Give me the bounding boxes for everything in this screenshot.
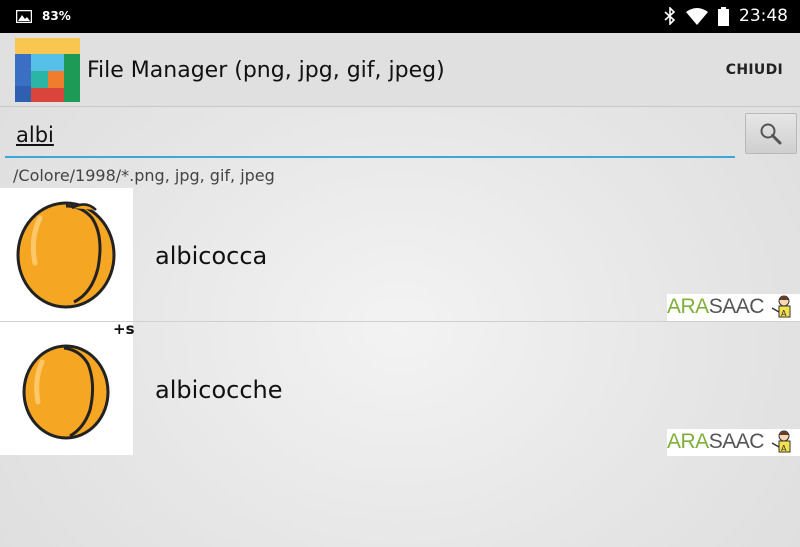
status-bar: 83% 23:48: [0, 0, 800, 33]
close-button[interactable]: CHIUDI: [726, 62, 783, 78]
current-path: /Colore/1998/*.png, jpg, gif, jpeg: [13, 166, 275, 185]
arasaac-text: ARASAAC: [667, 295, 764, 318]
file-thumbnail: [0, 188, 133, 321]
search-button[interactable]: [745, 113, 797, 154]
app-logo-icon: [15, 38, 80, 102]
svg-text:A: A: [781, 444, 787, 453]
bluetooth-icon: [664, 7, 676, 25]
search-icon: [760, 123, 782, 144]
battery-icon: [718, 6, 729, 26]
arasaac-watermark: ARASAAC A: [667, 294, 800, 321]
file-name: albicocca: [155, 242, 268, 270]
action-bar: File Manager (png, jpg, gif, jpeg) CHIUD…: [0, 33, 800, 107]
apricot-icon: [22, 344, 110, 440]
plural-badge: +s: [113, 320, 135, 338]
mascot-icon: A: [771, 430, 791, 453]
clock-text: 23:48: [739, 6, 788, 26]
mascot-icon: A: [771, 295, 791, 318]
wifi-icon: [686, 7, 708, 25]
image-icon: [16, 9, 32, 23]
arasaac-watermark: ARASAAC A: [667, 429, 800, 456]
arasaac-text: ARASAAC: [667, 430, 764, 453]
svg-text:A: A: [781, 309, 787, 318]
file-name: albicocche: [155, 376, 283, 404]
file-list-item[interactable]: albicocca ARASAAC A: [0, 188, 800, 322]
app-title: File Manager (png, jpg, gif, jpeg): [87, 58, 445, 83]
file-thumbnail: +s: [0, 320, 135, 455]
search-field[interactable]: [5, 112, 735, 158]
apricot-icon: [16, 201, 116, 309]
battery-percent-text: 83%: [42, 9, 71, 23]
file-list-item[interactable]: +s albicocche ARASAAC A: [0, 320, 800, 456]
search-input[interactable]: [14, 118, 718, 152]
